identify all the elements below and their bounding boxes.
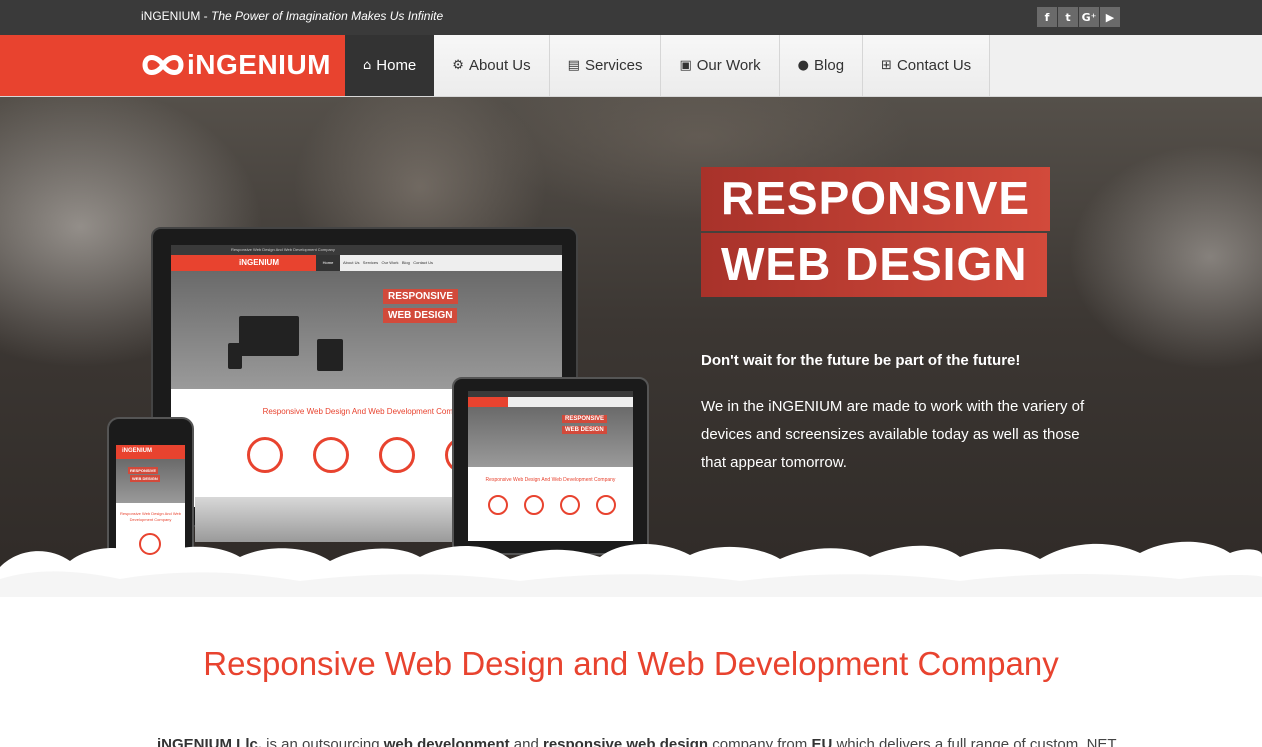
nav-item-label: Home: [376, 57, 417, 74]
nav-item-label: Services: [584, 57, 643, 74]
monitor-title: Responsive Web Design And Web Developmen…: [171, 245, 562, 255]
nav-item-label: About Us: [468, 57, 531, 74]
intro-text: and: [509, 736, 543, 747]
intro-keyword: web development: [383, 736, 510, 747]
tablet-screen: RESPONSIVE WEB DESIGN Responsive Web Des…: [468, 391, 633, 541]
gear-icon: ⚙: [452, 58, 464, 73]
nav-item-about-us[interactable]: ⚙ About Us: [434, 35, 550, 96]
youtube-icon[interactable]: ▶: [1100, 7, 1120, 27]
nav-item-our-work[interactable]: ▣ Our Work: [661, 35, 780, 96]
nav-menu: ⌂ Home ⚙ About Us ▤ Services ▣ Our Work …: [345, 35, 991, 96]
tagline-brand: iNGENIUM: [141, 9, 201, 23]
hero-body: We in the iNGENIUM are made to work with…: [701, 398, 1085, 471]
twitter-icon[interactable]: t: [1058, 7, 1078, 27]
mockup-circle-icon: [379, 437, 415, 473]
site-logo[interactable]: iNGENIUM: [141, 49, 331, 81]
logo-box: iNGENIUM: [0, 35, 345, 96]
intro-text: is an outsourcing: [262, 736, 384, 747]
mockup-headline-1: RESPONSIVE: [383, 289, 459, 304]
nav-item-label: Our Work: [696, 57, 761, 74]
intro-text: which delivers a full range of custom .N…: [832, 736, 1117, 747]
tablet-tagline: Responsive Web Design And Web Developmen…: [485, 477, 616, 483]
intro-keyword: responsive web design: [543, 736, 709, 747]
mockup-circle-icon: [313, 437, 349, 473]
nav-item-home[interactable]: ⌂ Home: [345, 35, 435, 96]
mockup-mini-tablet: [317, 339, 343, 371]
mockup-logo: iNGENIUM: [171, 255, 316, 271]
hero-headline: RESPONSIVE WEB DESIGN: [701, 167, 1051, 297]
mockup-mini-phone: [228, 343, 242, 369]
briefcase-icon: ▣: [679, 58, 692, 73]
mockup-headline-2: WEB DESIGN: [383, 308, 458, 323]
hero-headline-line-1: RESPONSIVE: [701, 167, 1051, 231]
nav-item-blog[interactable]: ● Blog: [779, 35, 864, 96]
cart-icon: ⊞: [881, 58, 892, 73]
mockup-nav-rest: About Us Services Our Work Blog Contact …: [343, 260, 434, 265]
tagline-slogan: The Power of Imagination Makes Us Infini…: [211, 9, 444, 23]
site-tagline: iNGENIUM - The Power of Imagination Make…: [141, 9, 443, 23]
mockup-hero: RESPONSIVE WEB DESIGN: [171, 271, 562, 389]
nav-item-services[interactable]: ▤ Services: [549, 35, 662, 96]
section-title: Responsive Web Design and Web Developmen…: [203, 645, 1059, 682]
mockup-nav-home: Home: [316, 255, 340, 271]
hero-lead: Don't wait for the future be part of the…: [701, 352, 1021, 369]
logo-text: iNGENIUM: [187, 49, 331, 80]
nav-item-label: Blog: [814, 57, 845, 74]
nav-item-label: Contact Us: [896, 57, 972, 74]
hero-banner: Responsive Web Design And Web Developmen…: [0, 97, 1262, 597]
nav-item-contact-us[interactable]: ⊞ Contact Us: [863, 35, 991, 96]
book-icon: ▤: [567, 58, 580, 73]
mockup-circle-icon: [247, 437, 283, 473]
cloud-divider: [0, 541, 1262, 597]
google-plus-icon[interactable]: G⁺: [1079, 7, 1099, 27]
intro-text: company from: [708, 736, 812, 747]
home-icon: ⌂: [363, 58, 372, 73]
infinity-logo-icon: [142, 55, 184, 75]
intro-brand: iNGENIUM Llc.: [157, 736, 263, 747]
tagline-separator: -: [200, 9, 212, 23]
mockup-mini-monitor: [239, 316, 299, 356]
social-links: f t G⁺ ▶: [1037, 7, 1120, 27]
hero-headline-line-2: WEB DESIGN: [701, 233, 1048, 297]
facebook-icon[interactable]: f: [1037, 7, 1057, 27]
phone-tagline: Responsive Web Design And Web Developmen…: [120, 511, 181, 522]
intro-keyword: EU: [811, 736, 833, 747]
comments-icon: ●: [797, 58, 810, 73]
intro-paragraph: iNGENIUM Llc. is an outsourcing web deve…: [157, 736, 1117, 747]
top-bar: iNGENIUM - The Power of Imagination Make…: [0, 0, 1262, 35]
main-navbar: iNGENIUM ⌂ Home ⚙ About Us ▤ Services ▣ …: [0, 35, 1262, 97]
